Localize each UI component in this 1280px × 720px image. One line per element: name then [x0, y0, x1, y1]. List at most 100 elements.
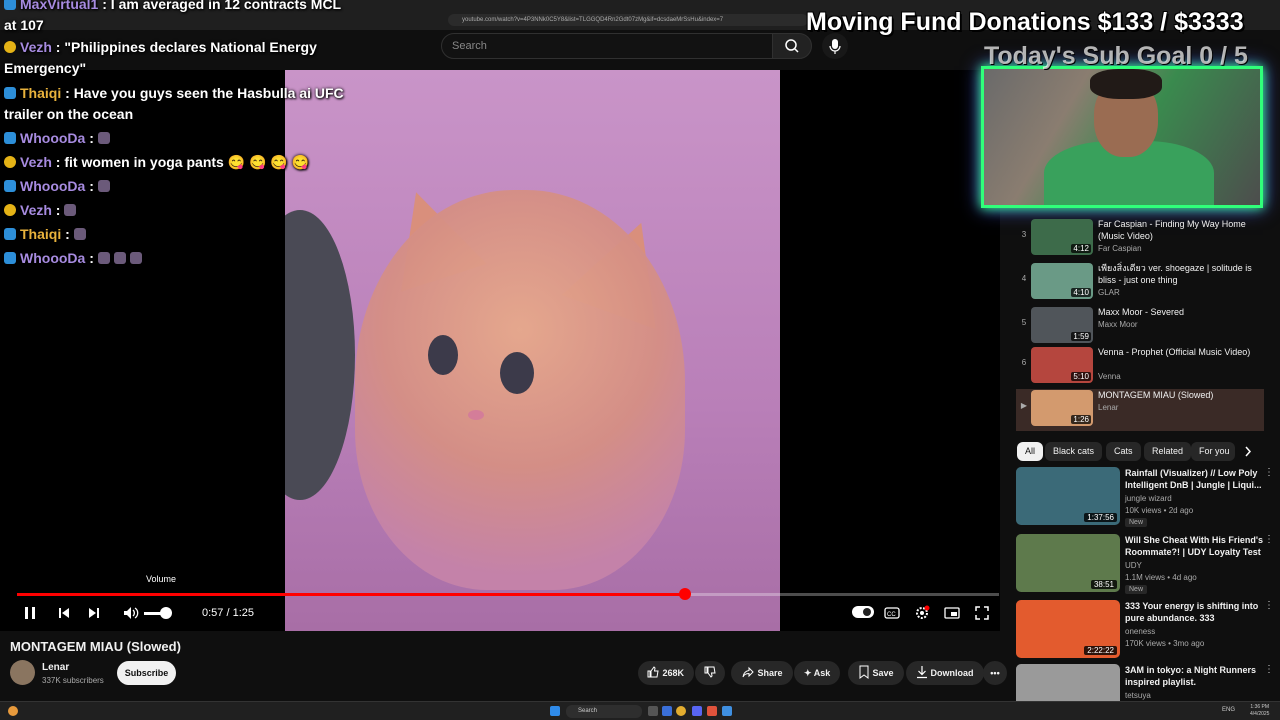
- download-button[interactable]: Download: [906, 661, 984, 685]
- progress-bar[interactable]: [17, 588, 999, 600]
- chips-next-button[interactable]: [1240, 442, 1256, 461]
- download-label: Download: [930, 668, 974, 678]
- recommendation-title[interactable]: Rainfall (Visualizer) // Low Poly Intell…: [1125, 467, 1265, 491]
- more-vertical-icon[interactable]: ⋮: [1264, 534, 1274, 545]
- save-button[interactable]: Save: [848, 661, 904, 685]
- pause-button[interactable]: [22, 604, 38, 627]
- channel-avatar[interactable]: [10, 660, 35, 685]
- chat-message: Vezh : "Philippines declares National En…: [4, 37, 354, 79]
- dislike-button[interactable]: [695, 661, 725, 685]
- chat-separator: :: [51, 202, 65, 218]
- playlist-title[interactable]: MONTAGEM MIAU (Slowed): [1098, 389, 1258, 401]
- next-button[interactable]: [86, 604, 102, 627]
- thumbs-up-icon: [647, 666, 659, 678]
- weather-icon[interactable]: [8, 706, 18, 716]
- taskbar-search[interactable]: Search: [566, 705, 642, 718]
- recommendation-thumbnail[interactable]: 2:22:22: [1016, 600, 1120, 658]
- playlist-item[interactable]: 6 5:10 Venna - Prophet (Official Music Vid…: [1016, 346, 1264, 388]
- video-frame[interactable]: [285, 70, 780, 631]
- filter-chip[interactable]: Related: [1144, 442, 1192, 461]
- autoplay-toggle[interactable]: [852, 606, 874, 618]
- playlist-item[interactable]: ▶ 1:26 MONTAGEM MIAU (Slowed) Lenar: [1016, 389, 1264, 431]
- recommendation-channel[interactable]: tetsuya: [1125, 691, 1151, 700]
- chat-emote-icon: [64, 204, 77, 216]
- language-indicator[interactable]: ENG: [1222, 707, 1235, 713]
- more-vertical-icon[interactable]: ⋮: [1264, 467, 1274, 478]
- settings-button[interactable]: [913, 604, 931, 627]
- recommendation-title[interactable]: 333 Your energy is shifting into pure ab…: [1125, 600, 1265, 624]
- subscriber-count: 337K subscribers: [42, 676, 104, 685]
- chat-separator: :: [85, 250, 98, 266]
- recommendation-title[interactable]: 3AM in tokyo: a Night Runners inspired p…: [1125, 664, 1265, 688]
- chat-emote-icon: [97, 180, 110, 192]
- address-bar[interactable]: youtube.com/watch?v=4P3NNk0C5Y8&list=TLG…: [448, 14, 808, 26]
- prime-badge-icon: [4, 132, 16, 144]
- recommendation-channel[interactable]: oneness: [1125, 627, 1155, 636]
- start-icon[interactable]: [550, 706, 560, 716]
- app2-icon[interactable]: [722, 706, 732, 716]
- like-button[interactable]: 268K: [638, 661, 694, 685]
- playlist-item[interactable]: 5 1:59 Maxx Moor - Severed Maxx Moor: [1016, 306, 1264, 348]
- filter-chip[interactable]: All: [1017, 442, 1044, 461]
- like-count: 268K: [662, 668, 685, 678]
- channel-name[interactable]: Lenar: [42, 662, 69, 673]
- recommendation-item[interactable]: 38:51 Will She Cheat With His Friend's Ro…: [1016, 534, 1278, 596]
- miniplayer-button[interactable]: [943, 604, 961, 627]
- app-icon[interactable]: [662, 706, 672, 716]
- playlist-thumbnail[interactable]: 1:26: [1031, 390, 1093, 426]
- filter-chip[interactable]: For you: [1191, 442, 1235, 461]
- ask-button[interactable]: ✦ Ask: [794, 661, 841, 685]
- recommendation-title[interactable]: Will She Cheat With His Friend's Roommat…: [1125, 534, 1265, 558]
- clock[interactable]: 1:36 PM 4/4/2025: [1250, 704, 1269, 718]
- playlist-title[interactable]: Maxx Moor - Severed: [1098, 306, 1258, 318]
- share-button[interactable]: Share: [731, 661, 793, 685]
- chat-text: fit women in yoga pants 😋 😋 😋 😋: [64, 154, 310, 170]
- recommendation-channel[interactable]: UDY: [1125, 561, 1142, 570]
- discord-icon[interactable]: [692, 706, 702, 716]
- recommendation-thumbnail[interactable]: 38:51: [1016, 534, 1120, 592]
- volume-slider-handle[interactable]: [160, 607, 172, 619]
- playlist-item[interactable]: 4 4:10 เพียงสิ่งเดียว ver. shoegaze | soli…: [1016, 262, 1264, 304]
- playlist-title[interactable]: เพียงสิ่งเดียว ver. shoegaze | solitude …: [1098, 262, 1258, 286]
- skip-next-icon: [89, 608, 99, 618]
- playlist-item[interactable]: 3 4:12 Far Caspian - Finding My Way Home (…: [1016, 218, 1264, 260]
- playlist-duration: 1:26: [1071, 415, 1091, 424]
- fullscreen-button[interactable]: [973, 604, 991, 627]
- progress-fill: [17, 593, 685, 596]
- filter-chip[interactable]: Black cats: [1045, 442, 1103, 461]
- playlist-thumbnail[interactable]: 1:59: [1031, 307, 1093, 343]
- recommendation-duration: 38:51: [1090, 580, 1117, 589]
- browser-icon[interactable]: [676, 706, 686, 716]
- subscribe-button[interactable]: Subscribe: [117, 661, 176, 685]
- chat-message: MaxVirtual1 : I am averaged in 12 contra…: [4, 0, 354, 36]
- chat-username: Thaiqi: [20, 85, 62, 101]
- chat-username: Vezh: [20, 154, 52, 170]
- playlist-thumbnail[interactable]: 5:10: [1031, 347, 1093, 383]
- playlist-title[interactable]: Venna - Prophet (Official Music Video): [1098, 346, 1258, 358]
- more-actions-button[interactable]: •••: [983, 661, 1007, 685]
- recommendation-channel[interactable]: jungle wizard: [1125, 494, 1172, 503]
- brave-icon[interactable]: [707, 706, 717, 716]
- playlist-index: 6: [1021, 358, 1027, 367]
- search-input[interactable]: Search: [441, 33, 773, 59]
- miniplayer-icon: [944, 607, 960, 619]
- scrubber-handle[interactable]: [678, 588, 691, 600]
- task-view-icon[interactable]: [648, 706, 658, 716]
- playlist-title[interactable]: Far Caspian - Finding My Way Home (Music…: [1098, 218, 1258, 242]
- more-vertical-icon[interactable]: ⋮: [1264, 600, 1274, 611]
- playlist-thumbnail[interactable]: 4:12: [1031, 219, 1093, 255]
- more-vertical-icon[interactable]: ⋮: [1264, 664, 1274, 675]
- playlist-thumbnail[interactable]: 4:10: [1031, 263, 1093, 299]
- recommendation-item[interactable]: 1:37:56 Rainfall (Visualizer) // Low Poly…: [1016, 467, 1278, 529]
- filter-chip[interactable]: Cats: [1106, 442, 1141, 461]
- mute-button[interactable]: [122, 604, 140, 627]
- captions-button[interactable]: CC: [883, 604, 901, 627]
- recommendation-item[interactable]: 2:22:22 333 Your energy is shifting into …: [1016, 600, 1278, 662]
- more-horizontal-icon: •••: [990, 668, 1000, 678]
- chat-message: Vezh :: [4, 200, 354, 221]
- chat-username: WhoooDa: [20, 130, 86, 146]
- previous-button[interactable]: [56, 604, 72, 627]
- chat-message: Thaiqi :: [4, 224, 354, 245]
- recommendation-thumbnail[interactable]: 1:37:56: [1016, 467, 1120, 525]
- kitten-eye-left: [428, 335, 458, 375]
